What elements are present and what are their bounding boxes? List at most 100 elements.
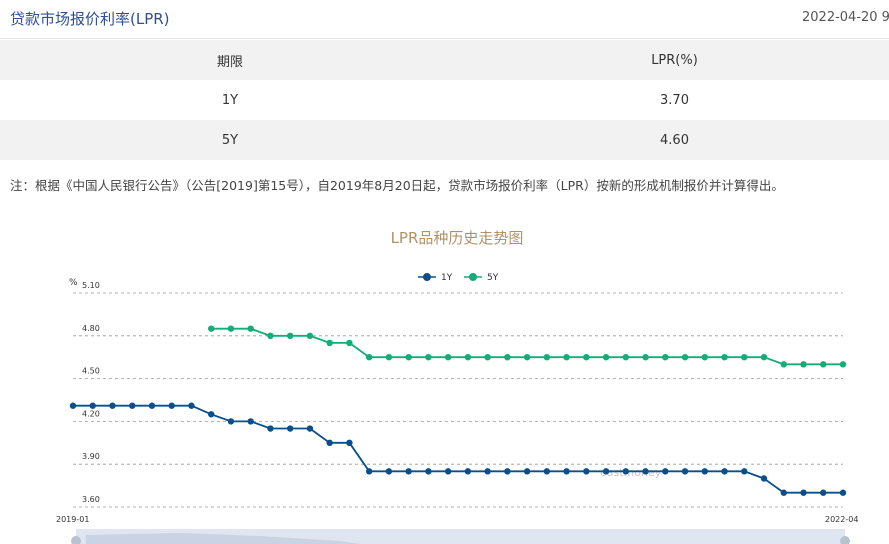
data-point-5y[interactable] — [563, 354, 570, 361]
data-point-1y[interactable] — [464, 468, 472, 475]
header-bar: 贷款市场报价利率(LPR) 2022-04-20 9: — [0, 0, 889, 39]
data-point-5y[interactable] — [662, 354, 669, 361]
chart-title: LPR品种历史走势图 — [391, 229, 524, 247]
data-point-1y[interactable] — [820, 489, 827, 496]
data-point-5y[interactable] — [523, 354, 531, 361]
data-point-1y[interactable] — [701, 468, 708, 475]
y-tick-label: 4.80 — [82, 324, 100, 333]
data-point-5y[interactable] — [365, 354, 373, 361]
data-point-1y[interactable] — [622, 468, 630, 475]
lpr-history-chart: LPR品种历史走势图 1Y 5Y % 5.10 4.80 4.50 4.20 3.90 3… — [56, 229, 858, 544]
data-point-1y[interactable] — [148, 402, 156, 409]
data-point-5y[interactable] — [760, 354, 768, 361]
data-point-1y[interactable] — [563, 468, 570, 475]
data-point-5y[interactable] — [681, 354, 689, 361]
data-point-1y[interactable] — [227, 418, 235, 425]
data-point-5y[interactable] — [820, 361, 827, 368]
data-point-1y[interactable] — [523, 468, 531, 475]
data-point-1y[interactable] — [346, 439, 353, 446]
data-point-5y[interactable] — [385, 354, 393, 361]
data-point-1y[interactable] — [89, 402, 96, 409]
data-point-1y[interactable] — [543, 468, 551, 475]
data-point-5y[interactable] — [701, 354, 708, 361]
chart-legend: 1Y 5Y — [418, 273, 499, 283]
data-point-1y[interactable] — [839, 489, 847, 496]
data-point-5y[interactable] — [326, 339, 333, 347]
data-point-1y[interactable] — [168, 402, 175, 409]
data-point-1y[interactable] — [484, 468, 491, 475]
y-axis-ticks: 5.10 4.80 4.50 4.20 3.90 3.60 — [82, 281, 100, 504]
x-axis-end-label: 2022-04 — [825, 515, 858, 524]
data-point-5y[interactable] — [286, 332, 294, 339]
y-tick-label: 4.20 — [82, 409, 100, 418]
data-point-5y[interactable] — [642, 354, 649, 361]
data-point-1y[interactable] — [800, 489, 807, 496]
plot-area — [69, 325, 847, 496]
data-point-5y[interactable] — [464, 354, 472, 361]
data-point-1y[interactable] — [780, 489, 787, 496]
data-point-1y[interactable] — [326, 439, 333, 446]
data-point-5y[interactable] — [247, 325, 254, 332]
data-point-5y[interactable] — [721, 354, 728, 361]
data-point-5y[interactable] — [425, 354, 432, 361]
data-point-1y[interactable] — [208, 411, 215, 418]
data-point-1y[interactable] — [247, 418, 254, 425]
data-point-5y[interactable] — [602, 354, 610, 361]
data-point-1y[interactable] — [721, 468, 728, 475]
y-tick-label: 3.60 — [82, 495, 100, 504]
term-cell: 5Y — [221, 132, 239, 148]
update-timestamp: 2022-04-20 9: — [802, 10, 889, 25]
term-cell: 1Y — [221, 92, 239, 108]
data-point-1y[interactable] — [602, 468, 610, 475]
data-point-5y[interactable] — [504, 354, 511, 361]
data-point-1y[interactable] — [405, 468, 412, 475]
data-point-1y[interactable] — [109, 402, 116, 409]
data-point-1y[interactable] — [662, 468, 669, 475]
lpr-table: 期限 LPR(%) 1Y 3.70 5Y 4.60 — [0, 40, 889, 160]
data-point-5y[interactable] — [267, 332, 274, 339]
table-row: 5Y 4.60 — [0, 120, 889, 160]
data-point-1y[interactable] — [583, 468, 590, 475]
data-point-5y[interactable] — [543, 354, 551, 361]
table-header-row: 期限 LPR(%) — [0, 40, 889, 80]
grid-lines — [73, 292, 843, 508]
data-point-1y[interactable] — [741, 468, 748, 475]
data-point-1y[interactable] — [504, 468, 511, 475]
legend-item-5y[interactable]: 5Y — [464, 273, 499, 283]
data-point-5y[interactable] — [780, 361, 787, 368]
y-tick-label: 4.50 — [82, 367, 100, 376]
data-point-1y[interactable] — [365, 468, 373, 475]
data-point-1y[interactable] — [69, 402, 77, 409]
data-point-5y[interactable] — [405, 354, 412, 361]
data-point-5y[interactable] — [839, 361, 847, 368]
data-point-5y[interactable] — [346, 339, 353, 347]
data-point-5y[interactable] — [208, 325, 215, 332]
legend-label-1y: 1Y — [441, 273, 453, 283]
y-axis-unit: % — [69, 278, 78, 288]
data-point-1y[interactable] — [385, 468, 393, 475]
legend-item-1y[interactable]: 1Y — [418, 273, 453, 283]
rate-cell: 4.60 — [660, 132, 689, 148]
footnote: 注：根据《中国人民银行公告》（公告[2019]第15号），自2019年8月20日… — [10, 178, 784, 193]
data-point-5y[interactable] — [227, 325, 235, 332]
data-point-1y[interactable] — [425, 468, 432, 475]
column-header-rate: LPR(%) — [651, 52, 698, 68]
column-header-term: 期限 — [216, 54, 243, 70]
data-point-1y[interactable] — [444, 468, 452, 475]
data-point-1y[interactable] — [760, 475, 768, 482]
range-slider[interactable] — [71, 529, 850, 544]
data-point-5y[interactable] — [583, 354, 590, 361]
data-point-1y[interactable] — [267, 425, 274, 432]
data-point-5y[interactable] — [800, 361, 807, 368]
data-point-5y[interactable] — [444, 354, 452, 361]
data-point-1y[interactable] — [642, 468, 649, 475]
data-point-5y[interactable] — [622, 354, 630, 361]
data-point-5y[interactable] — [741, 354, 748, 361]
data-point-1y[interactable] — [188, 402, 195, 409]
data-point-1y[interactable] — [306, 425, 314, 432]
data-point-1y[interactable] — [681, 468, 689, 475]
data-point-1y[interactable] — [129, 402, 136, 409]
data-point-1y[interactable] — [286, 425, 294, 432]
data-point-5y[interactable] — [484, 354, 491, 361]
data-point-5y[interactable] — [306, 332, 314, 339]
